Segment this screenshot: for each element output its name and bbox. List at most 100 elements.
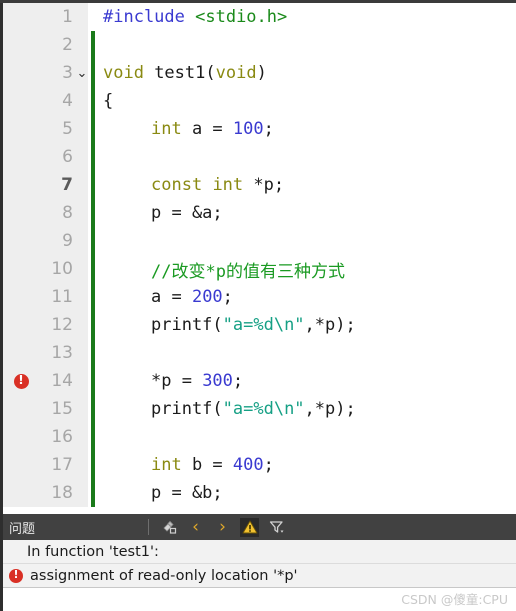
filter-icon[interactable] <box>267 518 286 537</box>
code-line[interactable]: 12 printf("a=%d\n" ,*p); <box>3 311 516 339</box>
code-text[interactable]: printf("a=%d\n" ,*p); <box>151 395 356 423</box>
fold-slot[interactable] <box>73 3 91 31</box>
problems-toolbar: ‹ › <box>148 514 286 540</box>
code-text[interactable]: void test1(void) <box>103 59 267 87</box>
code-token-plain: p = &a; <box>151 203 223 223</box>
toolbar-separator <box>148 519 149 535</box>
code-text[interactable]: a = 200; <box>151 283 233 311</box>
line-marker-slot[interactable] <box>6 115 36 143</box>
line-marker-slot[interactable] <box>6 227 36 255</box>
line-marker-slot[interactable] <box>6 87 36 115</box>
code-token-plain: ,*p); <box>304 315 356 335</box>
fold-slot[interactable]: ⌄ <box>73 59 91 87</box>
fold-slot[interactable] <box>73 143 91 171</box>
change-indicator-bar <box>91 451 95 479</box>
code-line[interactable]: 5 int a = 100; <box>3 115 516 143</box>
fold-slot[interactable] <box>73 479 91 507</box>
code-token-plain: ; <box>263 119 274 139</box>
code-line[interactable]: 15 printf("a=%d\n" ,*p); <box>3 395 516 423</box>
fold-slot[interactable] <box>73 339 91 367</box>
fold-slot[interactable] <box>73 227 91 255</box>
line-marker-slot[interactable] <box>6 311 36 339</box>
line-number: 15 <box>51 399 73 419</box>
line-marker-slot[interactable] <box>6 3 36 31</box>
fold-slot[interactable] <box>73 283 91 311</box>
line-marker-slot[interactable] <box>6 143 36 171</box>
warning-filter-icon[interactable] <box>240 517 259 537</box>
chevron-down-icon[interactable]: ⌄ <box>77 67 88 80</box>
problem-row[interactable]: assignment of read-only location '*p' <box>3 564 516 588</box>
fold-slot[interactable] <box>73 451 91 479</box>
fold-slot[interactable] <box>73 115 91 143</box>
fold-slot[interactable] <box>73 367 91 395</box>
fold-slot[interactable] <box>73 255 91 283</box>
problem-text: assignment of read-only location '*p' <box>30 567 298 584</box>
line-marker-slot[interactable] <box>6 479 36 507</box>
code-line[interactable]: 3 ⌄ void test1(void) <box>3 59 516 87</box>
line-marker-slot[interactable] <box>6 339 36 367</box>
code-line[interactable]: 8 p = &a; <box>3 199 516 227</box>
code-editor-pane[interactable]: 1 #include <stdio.h> 2 3 ⌄ void test1(void) 4{… <box>0 3 516 514</box>
line-marker-slot[interactable] <box>6 255 36 283</box>
csdn-watermark: CSDN @傻童:CPU <box>401 592 508 607</box>
next-problem-icon[interactable]: › <box>213 518 232 537</box>
code-text[interactable]: p = &a; <box>151 199 223 227</box>
code-text[interactable]: #include <stdio.h> <box>103 3 287 31</box>
code-line[interactable]: 16 <box>3 423 516 451</box>
change-indicator-bar <box>91 255 95 283</box>
problem-text: In function 'test1': <box>27 543 159 560</box>
line-number: 4 <box>62 91 73 111</box>
code-token-num: 300 <box>202 371 233 391</box>
line-marker-slot[interactable] <box>6 423 36 451</box>
change-indicator-bar <box>91 283 95 311</box>
problems-panel-header: 问题 ‹ › <box>3 514 516 540</box>
line-marker-slot[interactable] <box>6 367 36 395</box>
problem-group-row[interactable]: In function 'test1': <box>3 540 516 564</box>
code-line[interactable]: 13 <box>3 339 516 367</box>
code-text[interactable]: *p = 300; <box>151 367 243 395</box>
code-line[interactable]: 10 //改变*p的值有三种方式 <box>3 255 516 283</box>
code-text[interactable]: p = &b; <box>151 479 223 507</box>
code-line[interactable]: 6 <box>3 143 516 171</box>
code-text[interactable]: const int *p; <box>151 171 284 199</box>
code-line[interactable]: 17 int b = 400; <box>3 451 516 479</box>
code-token-kw: const <box>151 175 203 195</box>
line-marker-slot[interactable] <box>6 31 36 59</box>
fold-slot[interactable] <box>73 199 91 227</box>
code-text[interactable]: printf("a=%d\n" ,*p); <box>151 311 356 339</box>
line-number: 13 <box>51 343 73 363</box>
line-marker-slot[interactable] <box>6 451 36 479</box>
code-text[interactable]: //改变*p的值有三种方式 <box>151 255 345 283</box>
code-line[interactable]: 9 <box>3 227 516 255</box>
line-marker-slot[interactable] <box>6 199 36 227</box>
code-token-plain: *p; <box>243 175 285 195</box>
code-text[interactable]: int a = 100; <box>151 115 274 143</box>
fold-slot[interactable] <box>73 171 91 199</box>
fold-slot[interactable] <box>73 423 91 451</box>
code-line[interactable]: 14 *p = 300; <box>3 367 516 395</box>
fold-slot[interactable] <box>73 31 91 59</box>
code-text[interactable]: { <box>103 87 113 115</box>
error-marker-icon[interactable] <box>13 372 29 389</box>
previous-problem-icon[interactable]: ‹ <box>186 518 205 537</box>
clear-problems-icon[interactable] <box>159 518 178 537</box>
fold-slot[interactable] <box>73 311 91 339</box>
code-line[interactable]: 18 p = &b; <box>3 479 516 507</box>
code-text[interactable]: int b = 400; <box>151 451 274 479</box>
change-indicator-bar <box>91 199 95 227</box>
line-marker-slot[interactable] <box>6 171 36 199</box>
line-marker-slot[interactable] <box>6 59 36 87</box>
fold-slot[interactable] <box>73 87 91 115</box>
change-indicator-bar <box>91 115 95 143</box>
code-line[interactable]: 11 a = 200; <box>3 283 516 311</box>
code-line[interactable]: 1 #include <stdio.h> <box>3 3 516 31</box>
change-indicator-bar <box>91 227 95 255</box>
fold-slot[interactable] <box>73 395 91 423</box>
code-line[interactable]: 4{ <box>3 87 516 115</box>
code-token-num: 200 <box>191 287 223 307</box>
line-number: 3 <box>62 63 73 83</box>
code-line[interactable]: 7 const int *p; <box>3 171 516 199</box>
line-marker-slot[interactable] <box>6 395 36 423</box>
line-marker-slot[interactable] <box>6 283 36 311</box>
code-line[interactable]: 2 <box>3 31 516 59</box>
